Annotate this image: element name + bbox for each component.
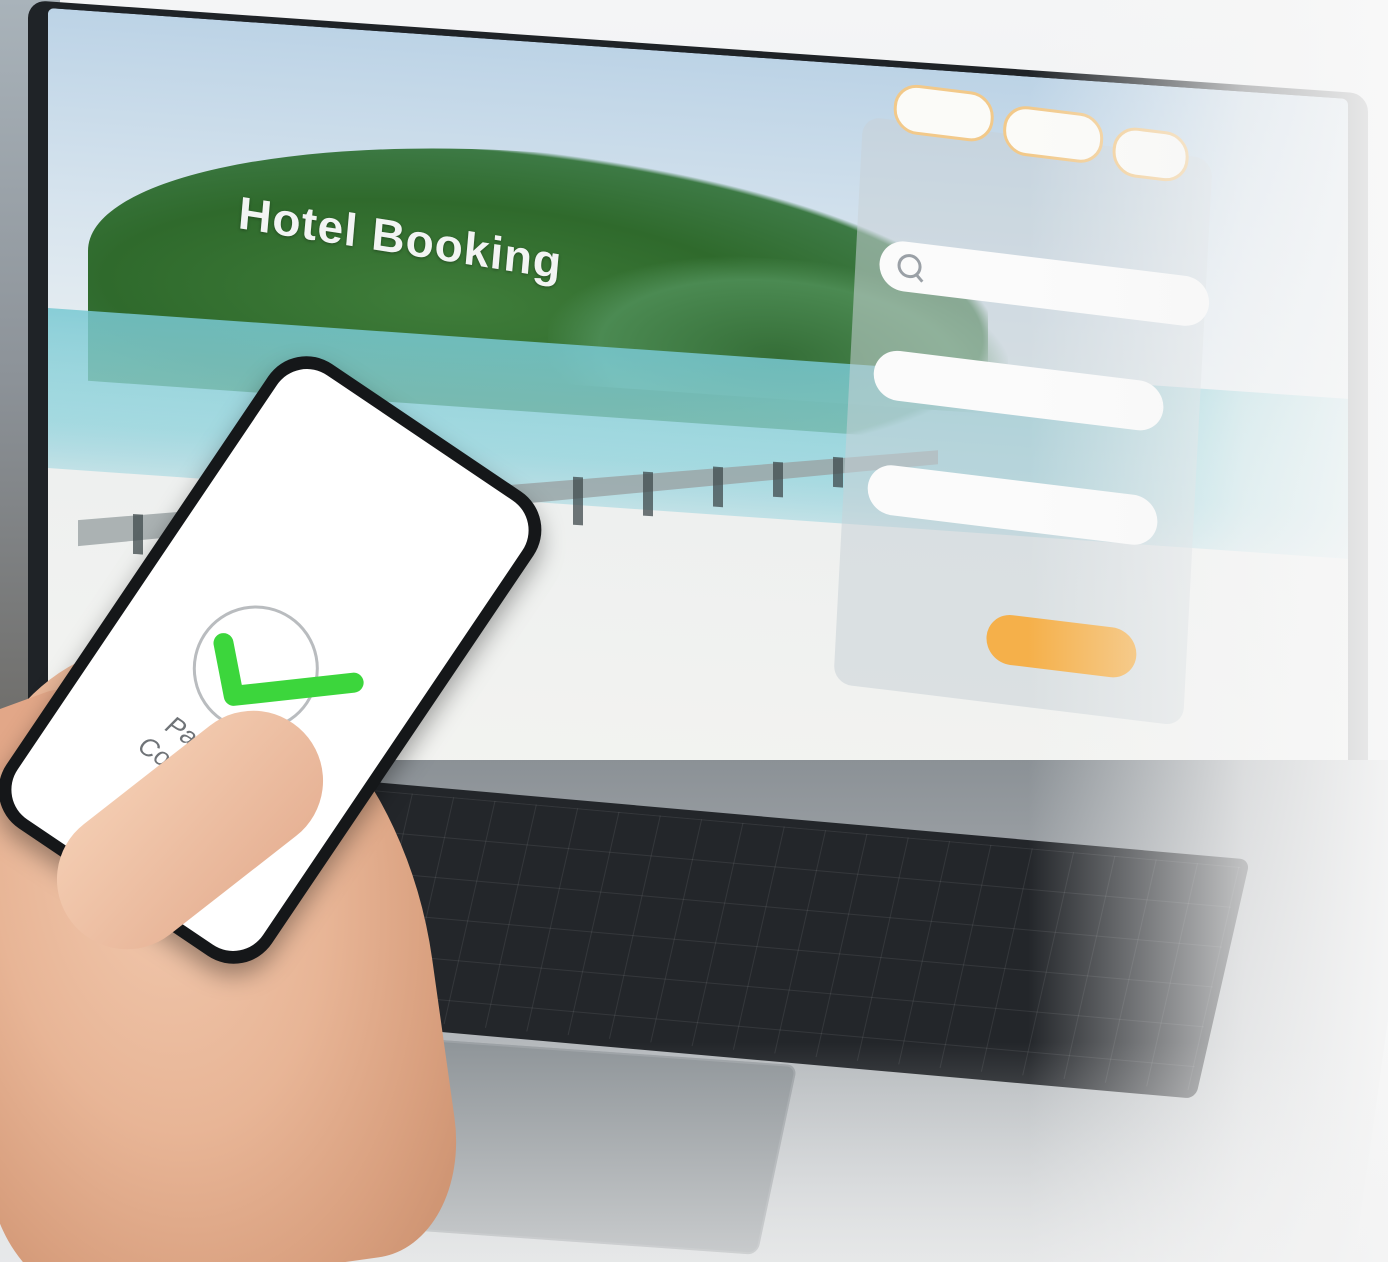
search-icon xyxy=(896,252,923,280)
photo-scene: Hotel Booking Payment xyxy=(0,0,1388,1262)
